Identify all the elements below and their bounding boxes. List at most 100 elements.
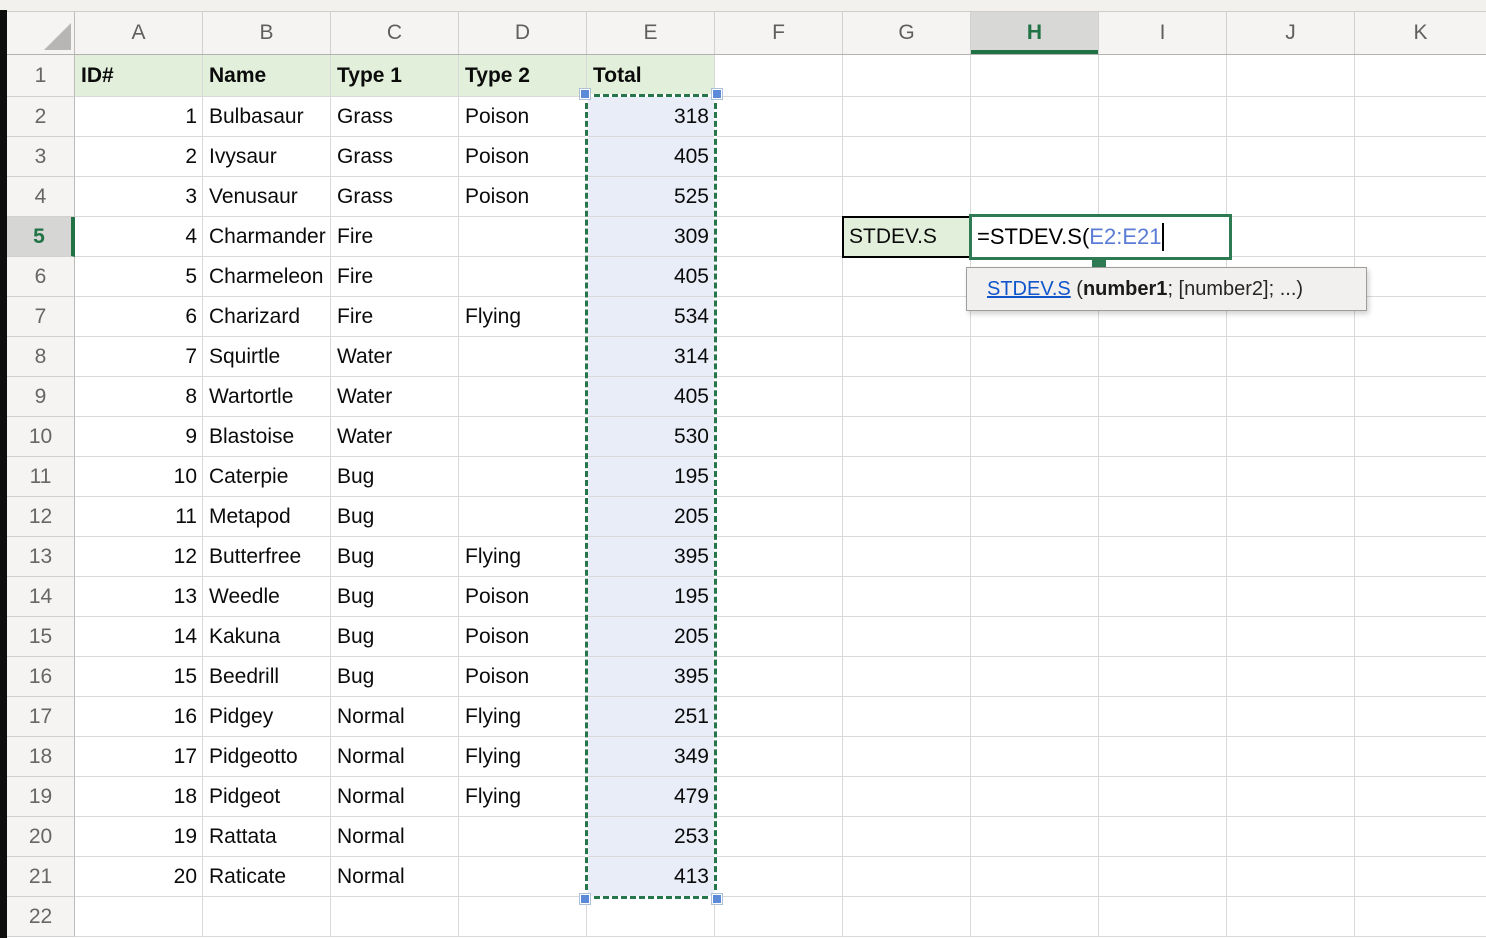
cell-J11[interactable] [1227,457,1355,497]
cell-H16[interactable] [971,657,1099,697]
row-header-16[interactable]: 16 [7,657,75,697]
cell-D8[interactable] [459,337,587,377]
cell-K5[interactable] [1355,217,1486,257]
cell-B17[interactable]: Pidgey [203,697,331,737]
cell-C3[interactable]: Grass [331,137,459,177]
cell-J17[interactable] [1227,697,1355,737]
cell-B21[interactable]: Raticate [203,857,331,897]
cell-I2[interactable] [1099,97,1227,137]
cell-B8[interactable]: Squirtle [203,337,331,377]
cell-E6[interactable]: 405 [587,257,715,297]
cell-F2[interactable] [715,97,843,137]
row-header-18[interactable]: 18 [7,737,75,777]
cell-I14[interactable] [1099,577,1227,617]
cell-K14[interactable] [1355,577,1486,617]
cell-H3[interactable] [971,137,1099,177]
cell-G2[interactable] [843,97,971,137]
cell-I18[interactable] [1099,737,1227,777]
cell-K12[interactable] [1355,497,1486,537]
cell-J20[interactable] [1227,817,1355,857]
cell-I9[interactable] [1099,377,1227,417]
cell-E10[interactable]: 530 [587,417,715,457]
cell-H8[interactable] [971,337,1099,377]
cell-F20[interactable] [715,817,843,857]
cell-J14[interactable] [1227,577,1355,617]
cell-K21[interactable] [1355,857,1486,897]
cell-K17[interactable] [1355,697,1486,737]
cell-C8[interactable]: Water [331,337,459,377]
cell-B3[interactable]: Ivysaur [203,137,331,177]
cell-A22[interactable] [75,897,203,937]
cell-C14[interactable]: Bug [331,577,459,617]
cell-F9[interactable] [715,377,843,417]
cell-I10[interactable] [1099,417,1227,457]
cell-C15[interactable]: Bug [331,617,459,657]
cell-E22[interactable] [587,897,715,937]
cell-A6[interactable]: 5 [75,257,203,297]
cell-F17[interactable] [715,697,843,737]
cell-I17[interactable] [1099,697,1227,737]
cell-J13[interactable] [1227,537,1355,577]
row-header-19[interactable]: 19 [7,777,75,817]
cell-C22[interactable] [331,897,459,937]
cell-E21[interactable]: 413 [587,857,715,897]
cell-A10[interactable]: 9 [75,417,203,457]
column-header-I[interactable]: I [1099,12,1227,54]
row-header-12[interactable]: 12 [7,497,75,537]
cell-G17[interactable] [843,697,971,737]
cell-K16[interactable] [1355,657,1486,697]
cell-G5[interactable]: STDEV.S [843,217,971,257]
cell-J1[interactable] [1227,55,1355,97]
cell-D21[interactable] [459,857,587,897]
cell-E4[interactable]: 525 [587,177,715,217]
cell-G18[interactable] [843,737,971,777]
cell-G1[interactable] [843,55,971,97]
cell-C12[interactable]: Bug [331,497,459,537]
cell-E14[interactable]: 195 [587,577,715,617]
cell-A14[interactable]: 13 [75,577,203,617]
cell-B14[interactable]: Weedle [203,577,331,617]
cell-C11[interactable]: Bug [331,457,459,497]
cell-A13[interactable]: 12 [75,537,203,577]
cell-I11[interactable] [1099,457,1227,497]
cell-G19[interactable] [843,777,971,817]
cell-C10[interactable]: Water [331,417,459,457]
cell-J22[interactable] [1227,897,1355,937]
cell-D16[interactable]: Poison [459,657,587,697]
cell-F13[interactable] [715,537,843,577]
column-header-H[interactable]: H [971,12,1099,54]
cell-G11[interactable] [843,457,971,497]
cell-J16[interactable] [1227,657,1355,697]
cell-I4[interactable] [1099,177,1227,217]
cell-G7[interactable] [843,297,971,337]
cell-B13[interactable]: Butterfree [203,537,331,577]
cell-H14[interactable] [971,577,1099,617]
cell-F6[interactable] [715,257,843,297]
cell-G8[interactable] [843,337,971,377]
column-header-B[interactable]: B [203,12,331,54]
cell-D17[interactable]: Flying [459,697,587,737]
cell-A21[interactable]: 20 [75,857,203,897]
cell-J2[interactable] [1227,97,1355,137]
cell-D14[interactable]: Poison [459,577,587,617]
cell-D4[interactable]: Poison [459,177,587,217]
cell-K18[interactable] [1355,737,1486,777]
cell-E12[interactable]: 205 [587,497,715,537]
row-header-6[interactable]: 6 [7,257,75,297]
cell-G22[interactable] [843,897,971,937]
cell-F21[interactable] [715,857,843,897]
cell-F16[interactable] [715,657,843,697]
cell-K1[interactable] [1355,55,1486,97]
cell-H9[interactable] [971,377,1099,417]
cell-K20[interactable] [1355,817,1486,857]
row-header-22[interactable]: 22 [7,897,75,937]
cell-E18[interactable]: 349 [587,737,715,777]
cell-E1[interactable]: Total [587,55,715,97]
cell-C13[interactable]: Bug [331,537,459,577]
cell-B6[interactable]: Charmeleon [203,257,331,297]
cell-E8[interactable]: 314 [587,337,715,377]
cell-H13[interactable] [971,537,1099,577]
row-header-1[interactable]: 1 [7,55,75,97]
column-header-G[interactable]: G [843,12,971,54]
cell-A8[interactable]: 7 [75,337,203,377]
